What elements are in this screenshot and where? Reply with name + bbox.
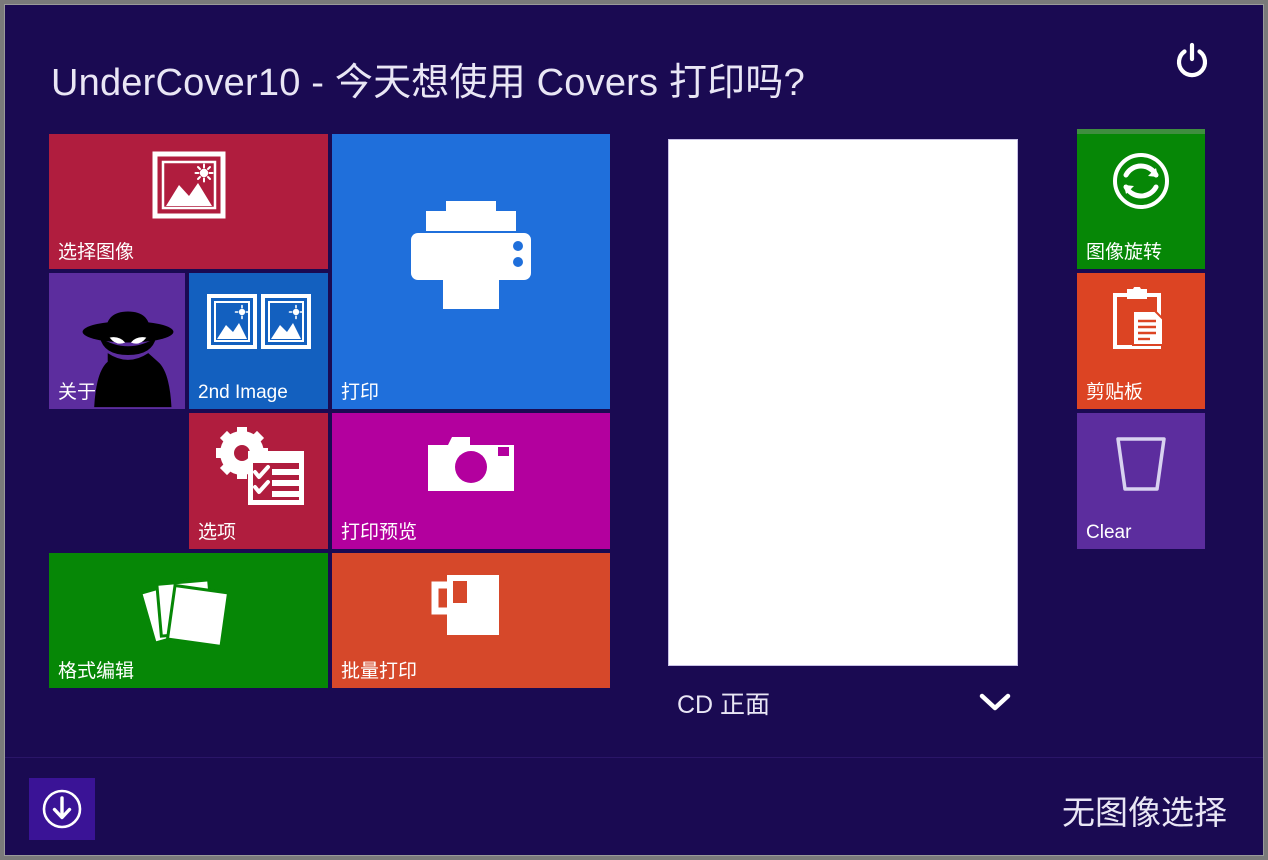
tile-clear[interactable]: Clear	[1077, 413, 1205, 549]
two-pictures-icon	[206, 294, 311, 349]
tile-format-edit[interactable]: 格式编辑	[49, 553, 328, 688]
gear-checklist-icon	[215, 427, 304, 505]
app-window: UnderCover10 - 今天想使用 Covers 打印吗? 选择图像 关于…	[4, 4, 1264, 856]
tile-clipboard[interactable]: 剪贴板	[1077, 273, 1205, 409]
cover-type-selector[interactable]: CD 正面	[668, 677, 1018, 727]
tile-label: 打印	[341, 382, 380, 404]
tile-label: 选择图像	[58, 242, 135, 264]
tile-label: 图像旋转	[1086, 242, 1163, 264]
rotate-refresh-icon	[1113, 153, 1169, 209]
tile-select-image[interactable]: 选择图像	[49, 134, 328, 269]
cover-type-label: CD 正面	[677, 691, 771, 719]
tile-print[interactable]: 打印	[332, 134, 610, 409]
power-icon	[1176, 42, 1208, 78]
cards-stack-icon	[138, 576, 230, 649]
chevron-down-icon[interactable]	[978, 691, 1012, 718]
tile-options[interactable]: 选项	[189, 413, 328, 549]
power-button[interactable]	[1169, 38, 1215, 84]
tile-label: 选项	[198, 522, 237, 544]
mug-icon	[431, 575, 499, 635]
tile-label: 关于	[58, 382, 97, 404]
tile-label: Clear	[1086, 522, 1132, 544]
status-text: 无图像选择	[1062, 794, 1227, 831]
tile-2nd-image[interactable]: 2nd Image	[189, 273, 328, 409]
tile-label: 格式编辑	[58, 661, 135, 683]
tile-about[interactable]: 关于	[49, 273, 185, 409]
printer-icon	[411, 201, 531, 309]
tile-batch-print[interactable]: 批量打印	[332, 553, 610, 688]
download-button[interactable]	[29, 778, 95, 840]
bottom-bar-divider	[5, 757, 1263, 758]
download-circle-icon	[42, 789, 82, 829]
picture-icon	[152, 151, 225, 219]
tile-label: 2nd Image	[198, 382, 288, 404]
trash-bucket-icon	[1116, 437, 1166, 491]
camera-icon	[428, 437, 514, 491]
image-preview-panel[interactable]	[668, 139, 1018, 666]
tile-label: 批量打印	[341, 661, 418, 683]
tile-label: 打印预览	[341, 522, 418, 544]
tile-rotate-image[interactable]: 图像旋转	[1077, 134, 1205, 269]
page-title: UnderCover10 - 今天想使用 Covers 打印吗?	[51, 62, 805, 104]
clipboard-icon	[1113, 287, 1164, 349]
tile-print-preview[interactable]: 打印预览	[332, 413, 610, 549]
tile-label: 剪贴板	[1086, 382, 1144, 404]
